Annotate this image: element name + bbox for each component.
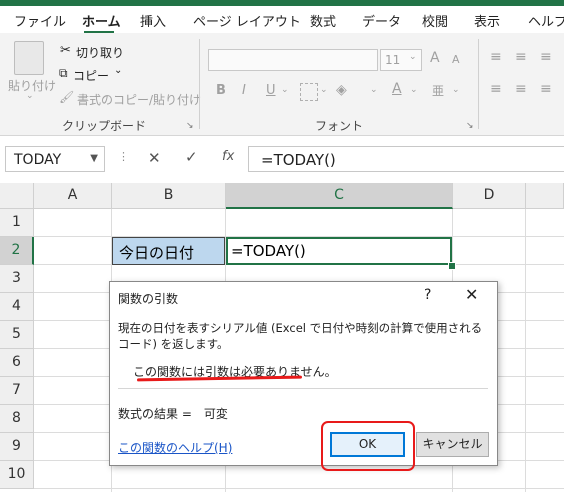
column-header-a[interactable]: A [34,183,112,209]
clipboard-group-label: クリップボード [62,119,147,133]
group-separator [199,39,200,129]
bold-button[interactable]: B [216,83,226,98]
help-icon[interactable]: ? [424,287,431,303]
ribbon-tabs: ファイル ホーム 挿入 ページ レイアウト 数式 データ 校閲 表示 ヘルプ [0,6,564,34]
row-header-10[interactable]: 10 [0,461,34,489]
fill-dropdown-icon[interactable]: ⌄ [370,85,378,95]
cell-c2-text: =TODAY() [231,242,306,260]
row-header-3[interactable]: 3 [0,265,34,293]
gridline [525,209,526,492]
phonetic-icon[interactable]: 亜 [432,82,444,99]
format-painter-icon: 🖌 [59,90,75,104]
font-size-box[interactable]: 11 ⌄ [380,49,422,71]
copy-dropdown-icon[interactable]: ⌄ [114,65,122,76]
name-box[interactable]: TODAY ▼ [5,146,105,172]
column-header-c[interactable]: C [226,183,453,209]
align-center-icon[interactable]: ≡ [515,81,527,97]
tab-page-layout[interactable]: ページ レイアウト [193,11,301,30]
align-top-icon[interactable]: ≡ [490,49,502,65]
group-separator [478,39,479,129]
align-middle-icon[interactable]: ≡ [515,49,527,65]
cut-button[interactable]: 切り取り [76,44,124,61]
fill-color-icon[interactable]: ◈ [336,82,347,98]
column-header-d[interactable]: D [453,183,526,209]
row-header-9[interactable]: 9 [0,433,34,461]
function-help-link[interactable]: この関数のヘルプ(H) [118,439,232,456]
enter-entry-icon[interactable]: ✓ [185,148,198,166]
close-icon[interactable]: ✕ [465,285,478,304]
align-bottom-icon[interactable]: ≡ [540,49,552,65]
font-name-box[interactable] [208,49,378,71]
phonetic-dropdown-icon[interactable]: ⌄ [452,85,460,95]
tab-review[interactable]: 校閲 [422,11,448,30]
row-header-5[interactable]: 5 [0,321,34,349]
function-arguments-dialog: 関数の引数 ? ✕ 現在の日付を表すシリアル値 (Excel で日付や時刻の計算… [109,281,498,471]
format-painter-button[interactable]: 書式のコピー/貼り付け [77,91,201,108]
underline-dropdown-icon[interactable]: ⌄ [281,85,289,95]
row-header-2[interactable]: 2 [0,237,34,265]
paste-dropdown-icon[interactable]: ⌄ [26,91,34,101]
column-header-b[interactable]: B [112,183,226,209]
tab-home[interactable]: ホーム [82,11,121,30]
grow-font-icon[interactable]: A [430,50,440,66]
tab-help[interactable]: ヘルプ [528,11,564,30]
tab-data[interactable]: データ [362,11,401,30]
font-launcher-icon[interactable]: ↘ [466,121,474,131]
formula-bar-grip-icon: ⋮ [118,150,129,163]
row-header-1[interactable]: 1 [0,209,34,237]
paste-icon [14,41,44,75]
row-header-6[interactable]: 6 [0,349,34,377]
scissors-icon: ✂ [60,43,71,58]
tab-insert[interactable]: 挿入 [140,11,166,30]
copy-button[interactable]: コピー [73,67,109,84]
font-color-dropdown-icon[interactable]: ⌄ [410,85,418,95]
cancel-entry-icon[interactable]: ✕ [148,149,161,167]
underline-button[interactable]: U [266,83,276,98]
borders-icon[interactable] [300,83,318,101]
column-header-e[interactable] [526,183,564,209]
font-color-icon[interactable]: A [392,81,402,97]
dialog-divider [118,388,488,389]
insert-function-icon[interactable]: fx [222,149,234,164]
tab-view[interactable]: 表示 [474,11,500,30]
formula-input[interactable]: =TODAY() [248,146,564,172]
gridline [34,488,564,489]
italic-button[interactable]: I [242,83,246,98]
row-header-4[interactable]: 4 [0,293,34,321]
align-left-icon[interactable]: ≡ [490,81,502,97]
align-right-icon[interactable]: ≡ [540,81,552,97]
clipboard-launcher-icon[interactable]: ↘ [186,121,194,131]
cell-c2-active[interactable]: =TODAY() [226,237,452,265]
font-size-dropdown-icon: ⌄ [409,52,417,62]
tab-formulas[interactable]: 数式 [310,11,336,30]
font-group-label: フォント [315,119,364,133]
name-box-dropdown-icon[interactable]: ▼ [90,153,98,164]
cell-b2-text: 今日の日付 [119,244,195,262]
formula-text: =TODAY() [261,151,336,169]
dialog-title: 関数の引数 [118,292,179,306]
ok-button[interactable]: OK [330,432,405,457]
function-description: 現在の日付を表すシリアル値 (Excel で日付や時刻の計算で使用されるコード)… [118,321,483,351]
formula-bar: TODAY ▼ ⋮ ✕ ✓ fx =TODAY() [0,144,564,174]
tab-file[interactable]: ファイル [14,11,66,30]
cell-b2[interactable]: 今日の日付 [112,237,225,265]
ribbon: 貼り付け ⌄ ✂ 切り取り ⧉ コピー ⌄ 🖌 書式のコピー/貼り付け クリップ… [0,33,564,136]
fill-handle[interactable] [448,262,456,270]
font-size-value: 11 [385,53,401,67]
shrink-font-icon[interactable]: A [452,53,460,66]
cancel-button[interactable]: キャンセル [416,432,489,457]
copy-icon: ⧉ [59,66,68,80]
row-header-7[interactable]: 7 [0,377,34,405]
select-all-corner[interactable] [0,183,34,209]
row-header-8[interactable]: 8 [0,405,34,433]
name-box-value: TODAY [14,152,62,168]
borders-dropdown-icon[interactable]: ⌄ [320,85,328,95]
formula-result: 数式の結果 = 可変 [118,407,228,421]
